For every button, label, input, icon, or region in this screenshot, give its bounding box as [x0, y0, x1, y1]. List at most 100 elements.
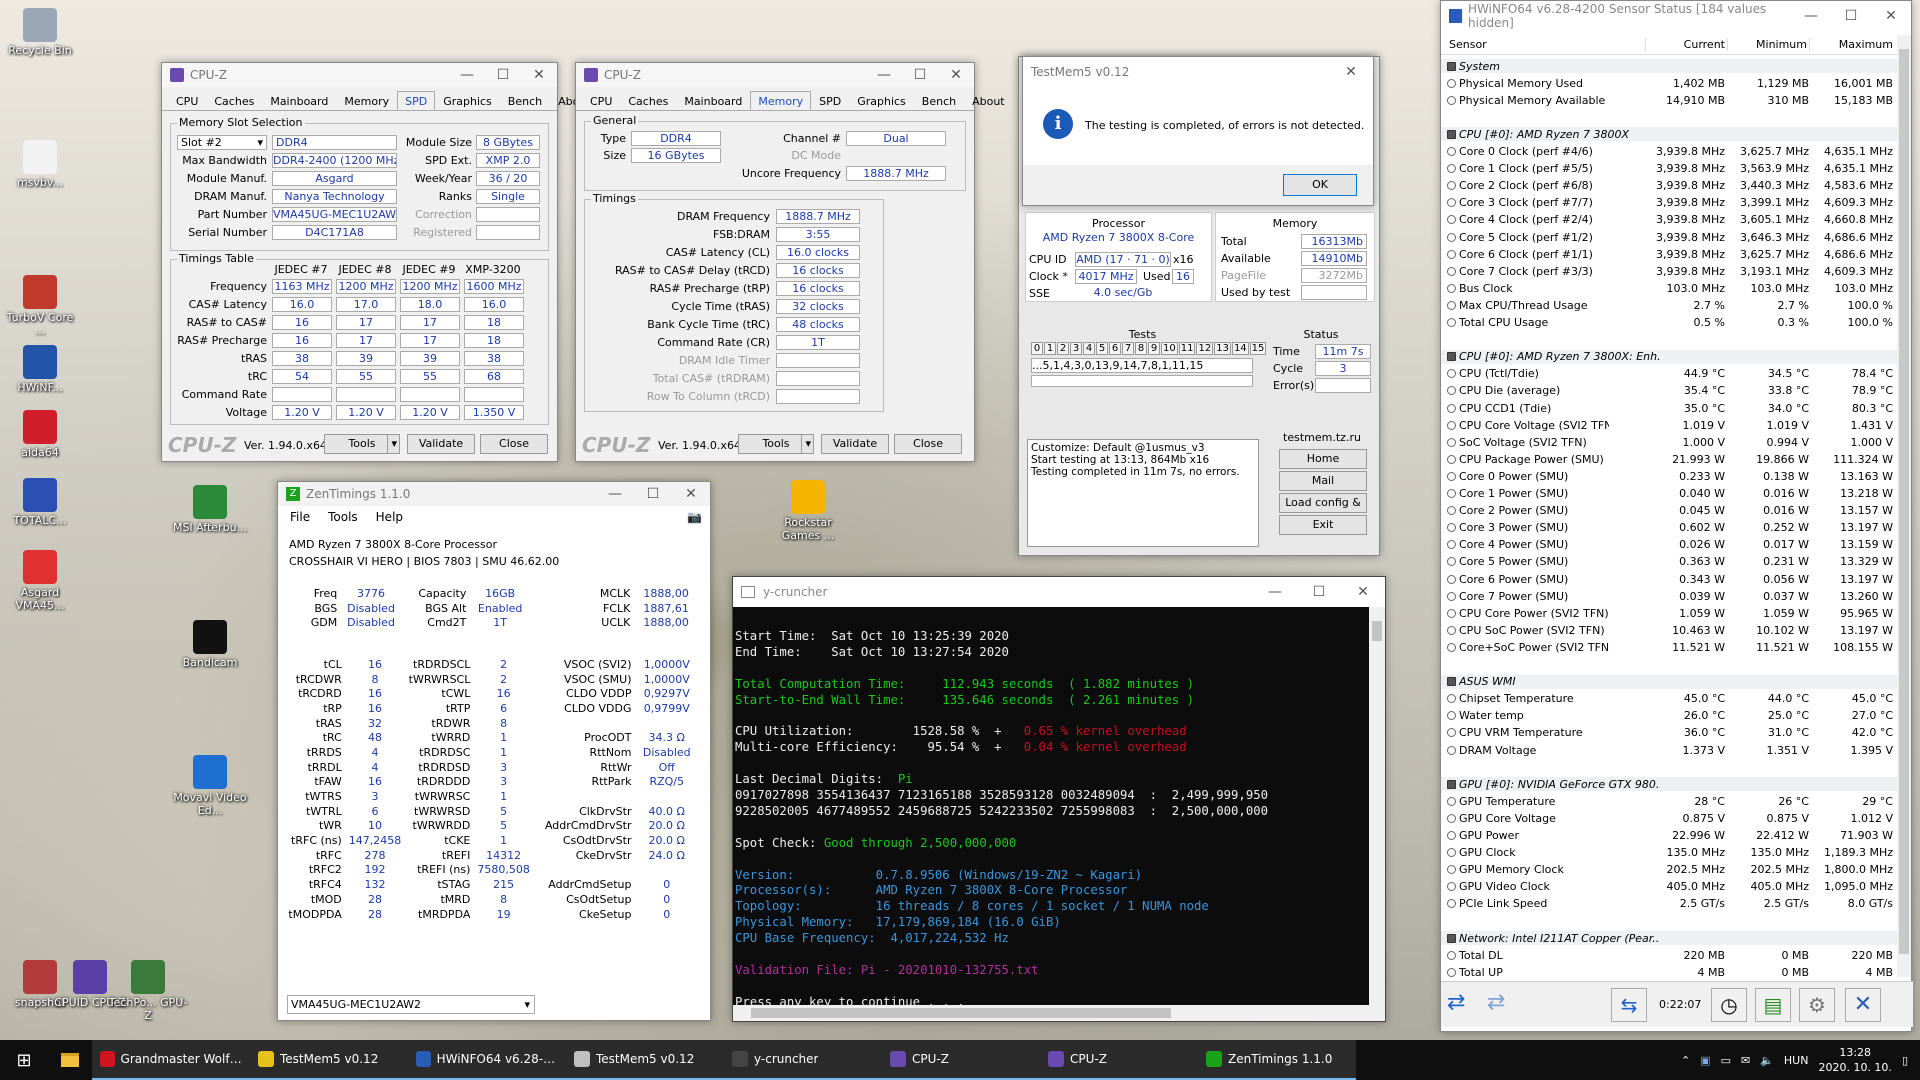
close-sensors-icon[interactable]: ✕ [1845, 988, 1881, 1022]
close-button[interactable]: Close [894, 434, 962, 454]
tray-arrow-icon[interactable]: ⌃ [1681, 1054, 1690, 1067]
desktop-icon[interactable]: msvbv... [0, 140, 80, 189]
desktop-icon[interactable]: Rockstar Games ... [768, 480, 848, 542]
close-icon[interactable]: ✕ [521, 67, 557, 83]
sensor-row[interactable]: CPU Die (average) 35.4 °C 33.8 °C 78.9 °C [1441, 384, 1897, 398]
sensor-section[interactable]: ASUS WMI [1441, 674, 1897, 689]
sensor-row[interactable]: SoC Voltage (SVI2 TFN) 1.000 V 0.994 V 1.00… [1441, 435, 1897, 449]
tab-memory[interactable]: Memory [336, 91, 397, 110]
load-config-exit-button[interactable]: Load config & exit [1279, 493, 1367, 527]
sensor-row[interactable]: Core 5 Power (SMU) 0.363 W 0.231 W 13.329 W [1441, 555, 1897, 569]
sensor-section[interactable]: GPU [#0]: NVIDIA GeForce GTX 980... [1441, 777, 1897, 792]
tab-cpu[interactable]: CPU [582, 91, 620, 110]
sensor-row[interactable]: DRAM Voltage 1.373 V 1.351 V 1.395 V [1441, 743, 1897, 757]
taskbar-item[interactable]: y-cruncher [724, 1040, 882, 1080]
tools-button[interactable]: Tools ▾ [324, 434, 400, 454]
desktop-icon[interactable]: Asgard VMA45... [0, 550, 80, 612]
menu-tools[interactable]: Tools [328, 510, 358, 524]
tab-bench[interactable]: Bench [914, 91, 964, 110]
close-icon[interactable]: ✕ [1871, 8, 1911, 24]
sensor-section[interactable]: CPU [#0]: AMD Ryzen 7 3800X: Enh... [1441, 349, 1897, 364]
tab-memory[interactable]: Memory [750, 91, 812, 110]
horizontal-scrollbar[interactable] [733, 1005, 1385, 1021]
menu-help[interactable]: Help [376, 510, 403, 524]
sensor-row[interactable]: Core 2 Clock (perf #6/8) 3,939.8 MHz 3,440… [1441, 179, 1897, 193]
taskbar-item[interactable]: CPU-Z [882, 1040, 1040, 1080]
maximize-button[interactable]: ☐ [1831, 8, 1871, 24]
maximize-button[interactable]: ☐ [1297, 584, 1341, 600]
sensor-row[interactable]: Total CPU Usage 0.5 % 0.3 % 100.0 % [1441, 316, 1897, 330]
tab-spd[interactable]: SPD [811, 91, 849, 110]
sensor-row[interactable]: Core 3 Power (SMU) 0.602 W 0.252 W 13.197 W [1441, 521, 1897, 535]
clock[interactable]: 13:28 2020. 10. 10. [1818, 1045, 1891, 1075]
col-sensor[interactable]: Sensor [1449, 38, 1487, 51]
module-select[interactable]: VMA45UG-MEC1U2AW2 ▾ [287, 995, 535, 1014]
volume-icon[interactable]: 🔈 [1760, 1054, 1774, 1067]
sensor-row[interactable]: GPU Temperature 28 °C 26 °C 29 °C [1441, 794, 1897, 808]
col-minimum[interactable]: Minimum [1727, 38, 1807, 51]
report-icon[interactable]: ▤ [1755, 988, 1791, 1022]
tab-caches[interactable]: Caches [620, 91, 676, 110]
taskbar-item[interactable]: TestMem5 v0.12 [566, 1040, 724, 1080]
sensor-row[interactable]: Core 4 Clock (perf #2/4) 3,939.8 MHz 3,605… [1441, 213, 1897, 227]
network-icon[interactable]: ▭ [1721, 1054, 1731, 1067]
sensor-row[interactable]: GPU Core Voltage 0.875 V 0.875 V 1.012 V [1441, 811, 1897, 825]
tray-app-icon[interactable]: ▣ [1700, 1054, 1710, 1067]
taskbar-item[interactable]: HWiNFO64 v6.28-42... [408, 1040, 566, 1080]
sensor-row[interactable]: Bus Clock 103.0 MHz 103.0 MHz 103.0 MHz [1441, 281, 1897, 295]
sensor-row[interactable]: GPU Clock 135.0 MHz 135.0 MHz 1,189.3 MHz [1441, 846, 1897, 860]
close-button[interactable]: Close [480, 434, 548, 454]
desktop-icon[interactable]: TOTALC... [0, 478, 80, 527]
sensor-row[interactable]: GPU Memory Clock 202.5 MHz 202.5 MHz 1,800.… [1441, 863, 1897, 877]
tab-graphics[interactable]: Graphics [849, 91, 914, 110]
mail-button[interactable]: Mail [1279, 471, 1367, 491]
sensor-section[interactable]: System [1441, 59, 1897, 73]
sensor-row[interactable]: CPU SoC Power (SVI2 TFN) 10.463 W 10.102 W… [1441, 623, 1897, 637]
desktop-icon[interactable]: MSI Afterbu... [170, 485, 250, 534]
start-button[interactable]: ⊞ [0, 1040, 48, 1080]
ok-button[interactable]: OK [1283, 174, 1357, 196]
col-maximum[interactable]: Maximum [1809, 38, 1893, 51]
validate-button[interactable]: Validate [407, 434, 475, 454]
menu-file[interactable]: File [290, 510, 310, 524]
sensor-row[interactable]: Water temp 26.0 °C 25.0 °C 27.0 °C [1441, 709, 1897, 723]
nav-left-icon[interactable]: ⇄ [1447, 990, 1481, 1020]
taskbar-item[interactable]: CPU-Z [1040, 1040, 1198, 1080]
close-icon[interactable]: ✕ [1329, 64, 1373, 80]
sensor-row[interactable]: Chipset Temperature 45.0 °C 44.0 °C 45.0 °C [1441, 692, 1897, 706]
sensor-row[interactable]: Core 6 Clock (perf #1/1) 3,939.8 MHz 3,625… [1441, 247, 1897, 261]
tab-mainboard[interactable]: Mainboard [262, 91, 336, 110]
sensor-row[interactable]: Core 1 Clock (perf #5/5) 3,939.8 MHz 3,563… [1441, 162, 1897, 176]
sensor-row[interactable]: CPU Package Power (SMU) 21.993 W 19.866 W 1… [1441, 452, 1897, 466]
tab-cpu[interactable]: CPU [168, 91, 206, 110]
sensor-row[interactable]: GPU Power 22.996 W 22.412 W 71.903 W [1441, 829, 1897, 843]
sensor-row[interactable]: Physical Memory Used 1,402 MB 1,129 MB 16,0… [1441, 76, 1897, 90]
sensor-section[interactable]: Network: Intel I211AT Copper (Pear... [1441, 931, 1897, 946]
close-icon[interactable]: ✕ [938, 67, 974, 83]
minimize-button[interactable]: — [1791, 8, 1831, 24]
network-icon[interactable]: ⇆ [1611, 988, 1647, 1022]
tab-bench[interactable]: Bench [500, 91, 550, 110]
sensor-row[interactable]: Core 4 Power (SMU) 0.026 W 0.017 W 13.159 W [1441, 538, 1897, 552]
exit-button[interactable]: Exit [1279, 515, 1367, 535]
desktop-icon[interactable]: TurboV Core ... [0, 275, 80, 337]
sensor-row[interactable]: Physical Memory Available 14,910 MB 310 MB… [1441, 93, 1897, 107]
maximize-button[interactable]: ☐ [634, 486, 672, 502]
sensor-row[interactable]: Core 1 Power (SMU) 0.040 W 0.016 W 13.218 W [1441, 487, 1897, 501]
sensor-row[interactable]: CPU Core Voltage (SVI2 TFN) 1.019 V 1.019 … [1441, 418, 1897, 432]
sensor-row[interactable]: Core 6 Power (SMU) 0.343 W 0.056 W 13.197 W [1441, 572, 1897, 586]
sensor-row[interactable]: CPU CCD1 (Tdie) 35.0 °C 34.0 °C 80.3 °C [1441, 401, 1897, 415]
sensor-row[interactable]: Core 0 Clock (perf #4/6) 3,939.8 MHz 3,625… [1441, 145, 1897, 159]
sensor-row[interactable]: Core 7 Clock (perf #3/3) 3,939.8 MHz 3,193… [1441, 264, 1897, 278]
sensor-row[interactable]: Total DL 220 MB 0 MB 220 MB [1441, 948, 1897, 962]
clock-icon[interactable]: ◷ [1711, 988, 1747, 1022]
minimize-button[interactable]: — [866, 67, 902, 83]
taskbar-item[interactable]: Grandmaster Wolf G... [92, 1040, 250, 1080]
tab-caches[interactable]: Caches [206, 91, 262, 110]
tab-mainboard[interactable]: Mainboard [676, 91, 750, 110]
taskbar-item[interactable]: ZenTimings 1.1.0 [1198, 1040, 1356, 1080]
desktop-icon[interactable]: Movavi Video Ed... [170, 755, 250, 817]
desktop-icon[interactable]: HWiNF... [0, 345, 80, 394]
file-explorer-icon[interactable] [48, 1040, 92, 1080]
camera-icon[interactable]: 📷 [687, 510, 702, 524]
